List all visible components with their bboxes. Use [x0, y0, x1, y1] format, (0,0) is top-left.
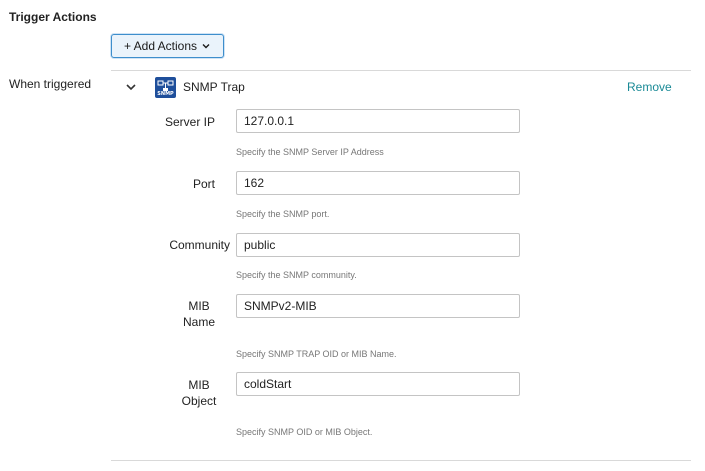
community-help: Specify the SNMP community.: [236, 270, 357, 280]
snmp-icon: SNMP: [155, 77, 176, 98]
add-actions-button[interactable]: + Add Actions: [111, 34, 224, 58]
trigger-actions-page: Trigger Actions + Add Actions When trigg…: [0, 0, 705, 471]
server-ip-help: Specify the SNMP Server IP Address: [236, 147, 384, 157]
mib-object-help: Specify SNMP OID or MIB Object.: [236, 427, 373, 437]
port-help: Specify the SNMP port.: [236, 209, 330, 219]
when-triggered-label: When triggered: [9, 77, 92, 91]
action-title: SNMP Trap: [183, 80, 245, 94]
port-label: Port: [192, 177, 215, 191]
section-title: Trigger Actions: [9, 10, 97, 24]
chevron-down-icon: [202, 44, 210, 49]
mib-name-input[interactable]: [236, 294, 520, 318]
snmp-icon-text: SNMP: [157, 91, 174, 97]
divider: [111, 70, 691, 71]
mib-object-input[interactable]: [236, 372, 520, 396]
remove-link[interactable]: Remove: [627, 80, 672, 94]
collapse-chevron-icon[interactable]: [125, 82, 137, 92]
server-ip-input[interactable]: [236, 109, 520, 133]
community-label: Community: [169, 238, 230, 252]
port-input[interactable]: [236, 171, 520, 195]
mib-name-help: Specify SNMP TRAP OID or MIB Name.: [236, 349, 397, 359]
add-actions-label: + Add Actions: [123, 39, 198, 53]
community-input[interactable]: [236, 233, 520, 257]
server-ip-label: Server IP: [164, 115, 215, 129]
divider: [111, 460, 691, 461]
